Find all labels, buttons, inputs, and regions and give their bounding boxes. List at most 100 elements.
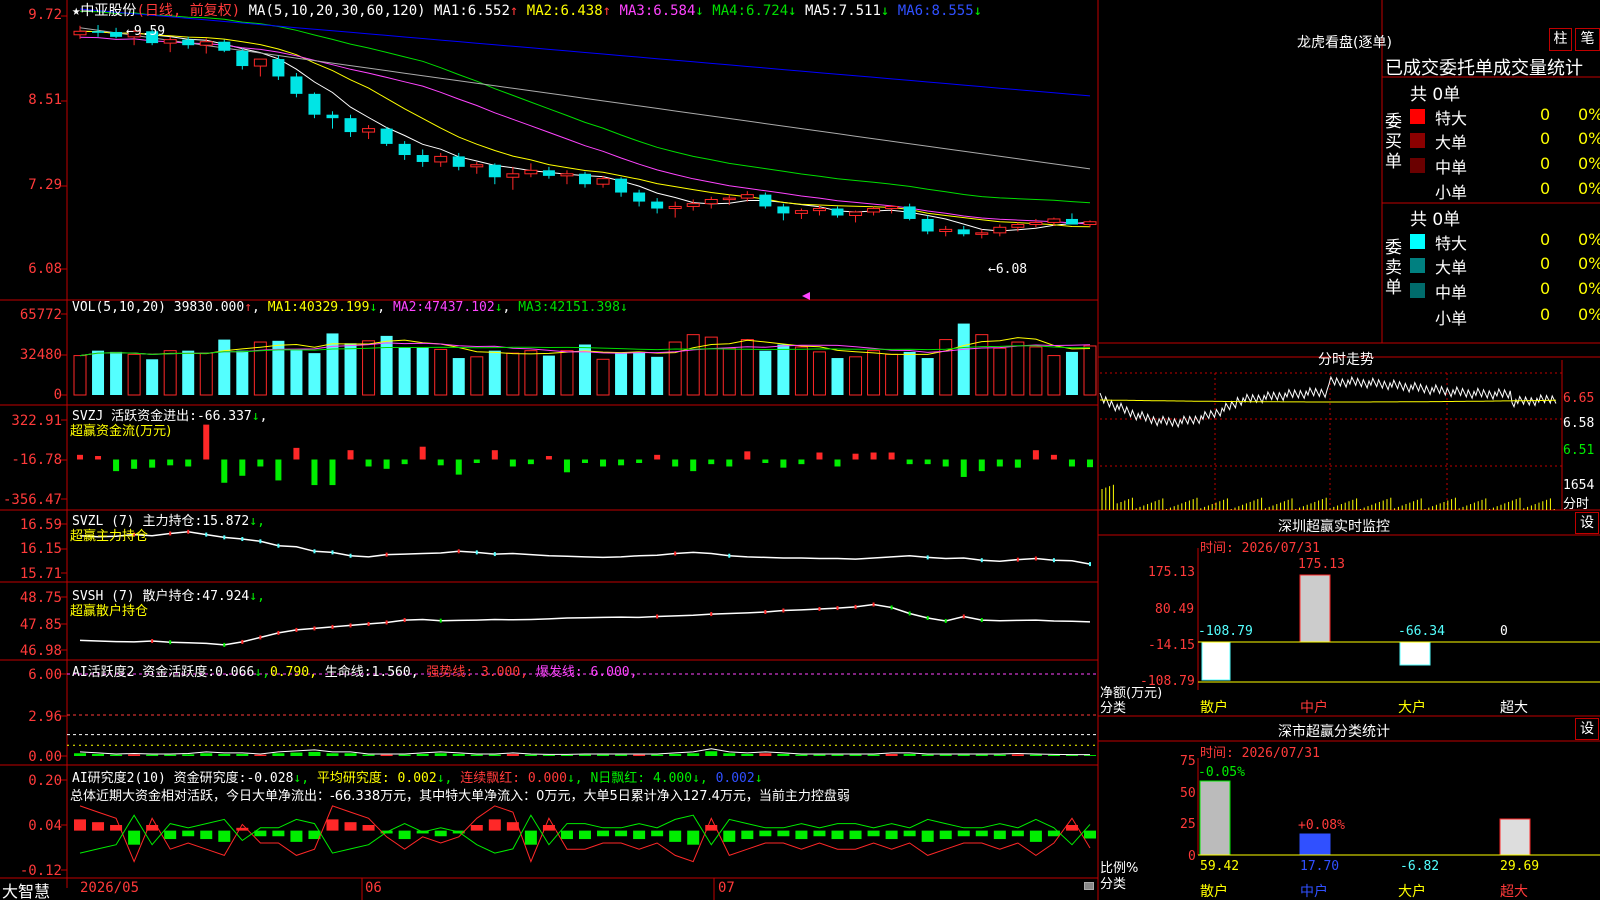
ai3-bar-49 <box>957 830 970 837</box>
sz-monitor-cat-4: 超大 <box>1500 700 1528 716</box>
svzj-bar-21 <box>455 459 462 475</box>
sz-class-settings[interactable]: 设 <box>1575 718 1599 740</box>
ai3-bar-39 <box>777 830 790 837</box>
svsh-arrow: ↓, <box>249 589 265 604</box>
vol-bar-49 <box>957 323 970 395</box>
lhb-header: 已成交委托单成交量统计 <box>1385 58 1583 79</box>
lock-icon[interactable] <box>1084 882 1094 890</box>
ai2-bar-52 <box>1011 754 1024 756</box>
vol-axis-1: 65772 <box>19 307 62 323</box>
sz-monitor-val-3: -66.34 <box>1398 624 1445 639</box>
vol-bar-34 <box>686 334 700 396</box>
vol-bar-19 <box>416 346 429 395</box>
svzj-bar-53 <box>1032 450 1039 460</box>
ai2-bar-32 <box>651 754 664 756</box>
candle-body-34 <box>686 203 700 207</box>
ai3-bar-0 <box>74 819 86 831</box>
ai2-bar-28 <box>579 754 591 756</box>
ai2-bar-6 <box>182 754 195 756</box>
svzj-bar-51 <box>996 459 1003 467</box>
vol-bar-55 <box>1065 351 1078 395</box>
ai3-summary: 总体近期大资金相对活跃，今日大单净流出：-66.338万元，其中特大单净流入：0… <box>70 789 850 804</box>
svzj-bar-10 <box>257 459 264 467</box>
ai2-bar-26 <box>542 754 555 756</box>
candle-body-10 <box>253 58 267 67</box>
sell-pct-2: 0% <box>1578 254 1600 273</box>
ai3-axis-3: -0.12 <box>19 863 62 879</box>
vol-bar-24 <box>506 352 520 396</box>
ai3-bar-14 <box>326 819 339 831</box>
vol-bar-48 <box>939 339 953 396</box>
vol-bar-30 <box>615 353 628 395</box>
lhb-tick-button[interactable]: 笔 <box>1575 28 1600 51</box>
vol-bar-5 <box>163 350 177 396</box>
ai2-value: 0.066 <box>215 665 255 680</box>
candle-body-55 <box>1065 218 1078 225</box>
ai2-bar-1 <box>92 753 105 756</box>
candle-body-22 <box>470 164 484 168</box>
vol-ma2-value: 47437.102 <box>424 300 495 315</box>
vol-bar-3 <box>127 353 141 396</box>
ai2-bar-0 <box>74 753 86 756</box>
ai2-arrow: ↓, <box>254 665 270 680</box>
sz-class-cat-3: 大户 <box>1398 884 1426 900</box>
vol-bar-23 <box>488 350 501 395</box>
vol-bar-40 <box>794 346 808 396</box>
vol-bar-45 <box>885 353 899 396</box>
ma-params: MA(5,10,20,30,60,120) <box>248 3 426 19</box>
ai2-bar-3 <box>128 754 141 756</box>
candle-body-27 <box>560 173 574 177</box>
sell-pct-1: 0% <box>1578 230 1600 249</box>
chart-canvas <box>0 0 1600 900</box>
svzj-bar-34 <box>690 459 697 472</box>
ai3-bar-27 <box>560 830 573 840</box>
vol-value: 39830.000 <box>173 300 245 315</box>
candle-body-16 <box>362 128 376 133</box>
high-annotation: ←9.59 <box>126 24 165 39</box>
sz-monitor-settings[interactable]: 设 <box>1575 512 1599 534</box>
stock-name[interactable]: ★中亚股份 <box>72 3 136 19</box>
svsh-axis-3: 46.98 <box>19 643 62 659</box>
sell-name-1: 特大 <box>1435 234 1468 253</box>
ai3-avg-arrow: ↓, <box>436 771 453 786</box>
vol-bar-53 <box>1029 346 1043 396</box>
sz-class-cat-4: 超大 <box>1500 884 1528 900</box>
sell-color-1 <box>1410 234 1425 249</box>
svzj-axis-3: -356.47 <box>2 492 62 508</box>
buy-count-1: 0 <box>1540 105 1551 124</box>
ai3-bar-15 <box>344 822 357 831</box>
ai2-bar-18 <box>398 754 411 756</box>
ma4-arrow: ↓ <box>788 3 797 19</box>
candle-body-23 <box>488 164 501 178</box>
ai2-bar-24 <box>506 753 519 756</box>
ma6-arrow: ↓ <box>973 3 983 19</box>
ai2-bar-25 <box>524 754 537 756</box>
ma4-value: 6.724 <box>746 3 789 19</box>
svzj-bar-23 <box>491 450 498 460</box>
ai2-bar-20 <box>434 753 447 756</box>
ai3-bar-45 <box>885 830 898 840</box>
ai2-bar-19 <box>416 753 429 756</box>
svzj-arrow: ↓ <box>251 409 260 424</box>
ai3-bar-22 <box>470 825 483 831</box>
svzj-bar-12 <box>293 447 300 460</box>
fenshi-avg-line <box>1100 399 1556 403</box>
ai2-axis-2: 2.96 <box>28 709 62 725</box>
ai2-bar-8 <box>218 753 231 756</box>
ai3-bar-28 <box>579 830 591 840</box>
svzj-bar-55 <box>1068 459 1075 467</box>
ai3-bar-6 <box>182 830 195 837</box>
high-value: 9.59 <box>133 24 166 39</box>
svsh-line <box>79 603 1091 646</box>
ai2-bar-14 <box>326 753 339 756</box>
svzj-bar-2 <box>113 459 120 472</box>
ai2-bar-55 <box>1065 755 1078 756</box>
svzj-bar-56 <box>1087 459 1093 468</box>
lhb-bar-button[interactable]: 柱 <box>1549 28 1572 51</box>
vol-ma3-label: MA3: <box>518 300 550 315</box>
sz-class-val-2: 17.70 <box>1300 859 1340 874</box>
vol-bar-18 <box>398 346 411 395</box>
vol-bar-44 <box>867 350 881 396</box>
vol-bar-20 <box>434 348 448 396</box>
vol-header: VOL(5,10,20) 39830.000↑, MA1:40329.199↓,… <box>72 300 628 315</box>
